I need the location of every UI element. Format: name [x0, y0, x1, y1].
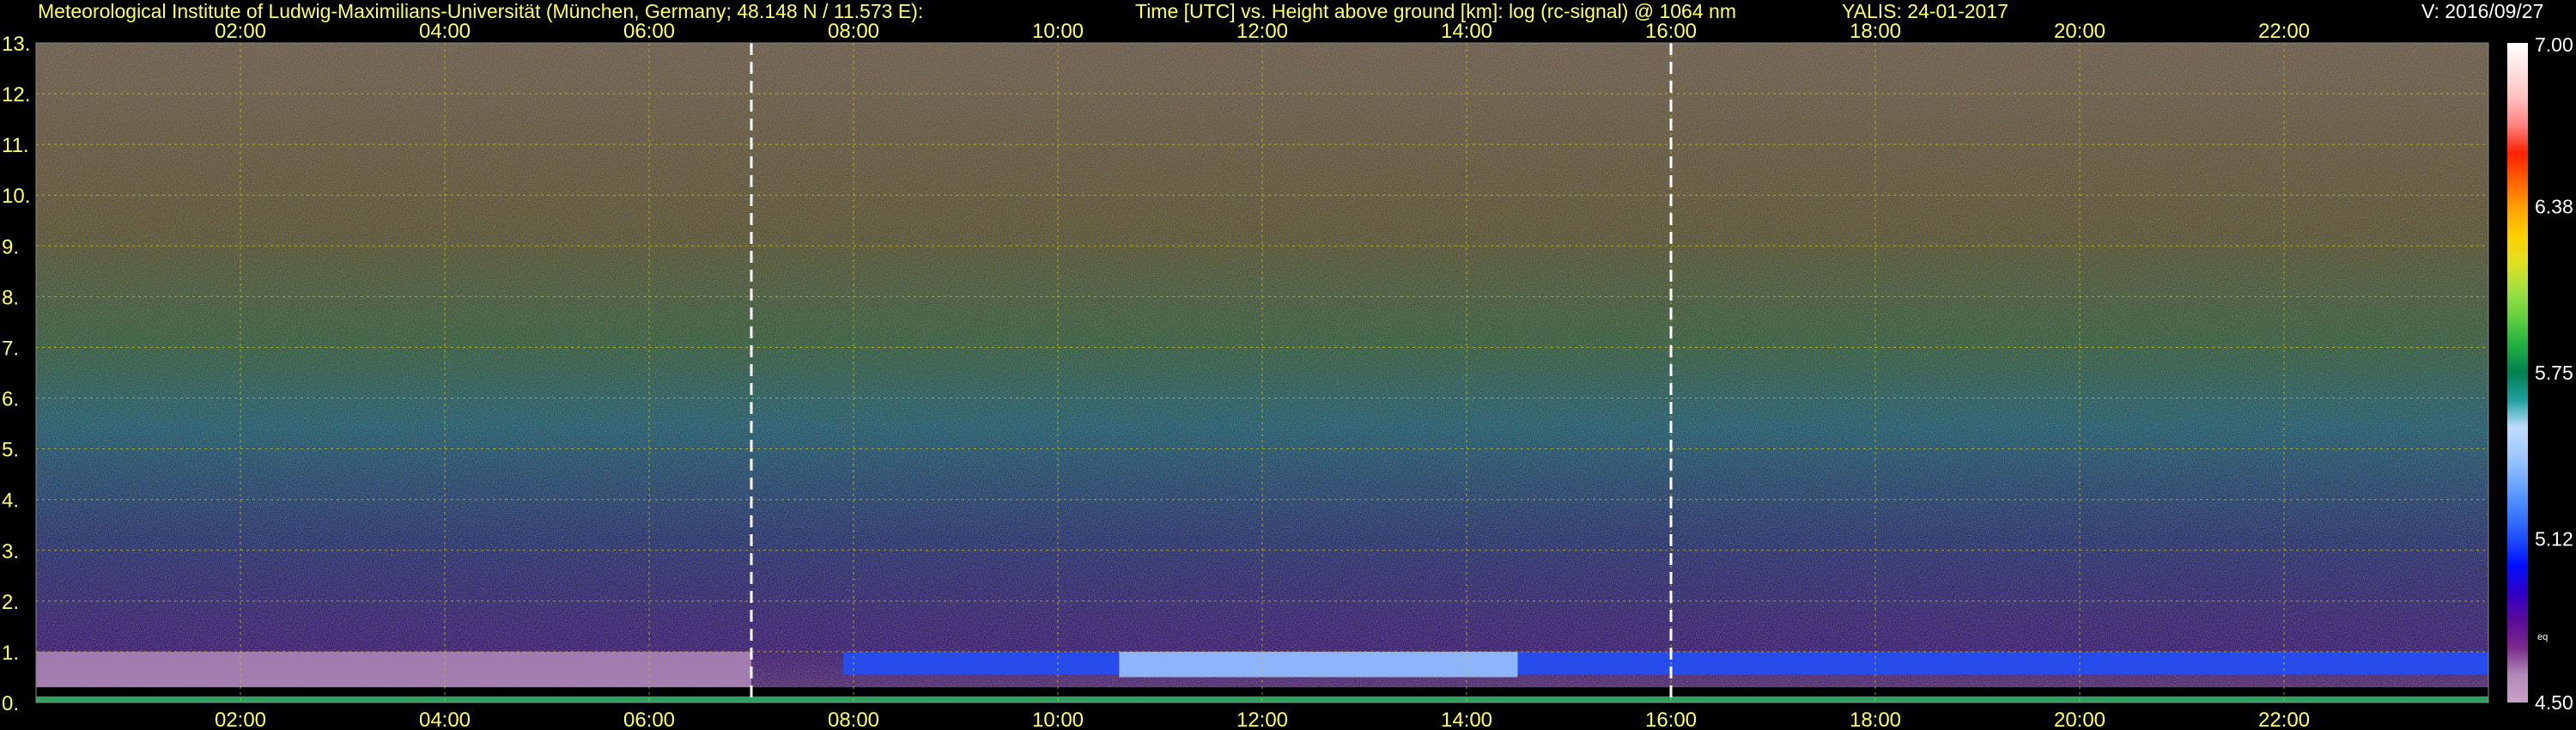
x-tick-bottom-9: 20:00: [2054, 709, 2105, 730]
x-tick-bottom-6: 14:00: [1441, 709, 1492, 730]
colorbar: 7.00 6.38 5.75 5.12 4.50 eq: [2507, 33, 2573, 714]
y-tick-10: 10.: [2, 185, 30, 208]
x-tick-bottom-8: 18:00: [1850, 709, 1901, 730]
x-tick-top-3: 08:00: [828, 20, 879, 43]
x-tick-bottom-7: 16:00: [1645, 709, 1697, 730]
x-tick-top-8: 18:00: [1850, 20, 1901, 43]
x-tick-bottom-2: 06:00: [623, 709, 675, 730]
colorbar-tick-1: 6.38: [2535, 195, 2573, 217]
x-tick-bottom-1: 04:00: [419, 709, 471, 730]
y-tick-5: 5.: [2, 439, 19, 462]
y-tick-9: 9.: [2, 235, 19, 259]
x-tick-bottom-5: 12:00: [1236, 709, 1288, 730]
x-tick-bottom-0: 02:00: [215, 709, 266, 730]
colorbar-tick-4: 4.50: [2535, 691, 2573, 714]
colorbar-tick-0: 7.00: [2535, 33, 2573, 56]
colorbar-tick-3: 5.12: [2535, 528, 2573, 551]
colorbar-gradient: [2507, 43, 2528, 703]
y-tick-11: 11.: [2, 134, 29, 157]
x-tick-top-1: 04:00: [419, 20, 471, 43]
x-tick-top-5: 12:00: [1236, 20, 1288, 43]
colorbar-label: eq: [2537, 632, 2548, 642]
x-tick-bottom-4: 10:00: [1032, 709, 1084, 730]
y-tick-6: 6.: [2, 388, 19, 411]
x-tick-bottom-10: 22:00: [2258, 709, 2310, 730]
y-tick-1: 1.: [2, 642, 19, 665]
x-tick-top-7: 16:00: [1645, 20, 1697, 43]
x-tick-top-0: 02:00: [215, 20, 266, 43]
x-tick-top-4: 10:00: [1032, 20, 1084, 43]
x-tick-top-6: 14:00: [1441, 20, 1492, 43]
x-tick-top-9: 20:00: [2054, 20, 2105, 43]
feature-band-1: [1119, 651, 1518, 678]
x-tick-top-2: 06:00: [623, 20, 675, 43]
y-tick-4: 4.: [2, 490, 19, 513]
colorbar-tick-2: 5.75: [2535, 362, 2573, 384]
x-tick-bottom-3: 08:00: [828, 709, 879, 730]
y-tick-12: 12.: [2, 83, 30, 106]
y-tick-2: 2.: [2, 591, 19, 614]
y-tick-13: 13.: [2, 33, 30, 56]
y-tick-8: 8.: [2, 286, 19, 309]
feature-band-0: [843, 651, 2488, 675]
feature-band-2: [36, 651, 751, 688]
x-tick-top-10: 22:00: [2258, 20, 2310, 43]
plot-area: 02:00 02:00 04:00 04:00 06:00 06:00 08:00 08:00…: [2, 20, 2489, 730]
y-tick-3: 3.: [2, 540, 19, 563]
y-tick-7: 7.: [2, 337, 19, 360]
lidar-chart: 02:00 02:00 04:00 04:00 06:00 06:00 08:00 08:00…: [2, 20, 2573, 730]
y-tick-0: 0.: [2, 692, 19, 715]
